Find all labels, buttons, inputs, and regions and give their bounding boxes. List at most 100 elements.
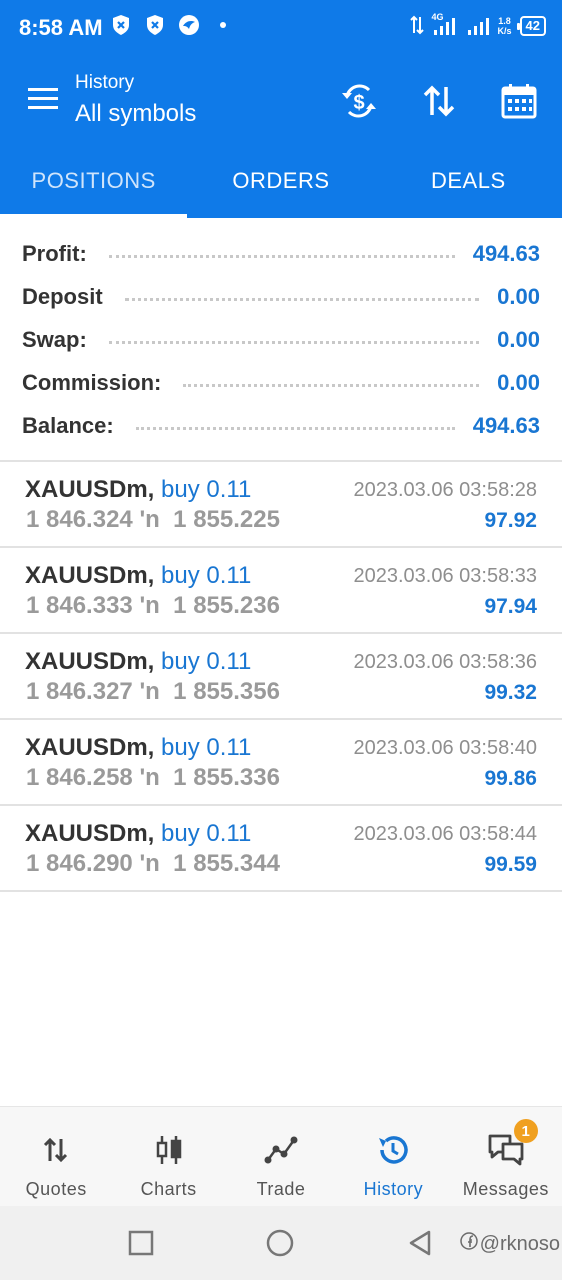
menu-icon[interactable] (28, 86, 60, 112)
deal-prices: 1 846.258 'n 1 855.336 (26, 764, 280, 792)
sort-icon[interactable] (418, 80, 460, 122)
deal-title: XAUUSDm, buy 0.11 (25, 476, 251, 504)
deals-list: XAUUSDm, buy 0.11 1 846.324 'n 1 855.225… (0, 462, 562, 892)
summary-row-swap: Swap: 0.00 (0, 318, 562, 361)
watermark: @rknoso (459, 1232, 560, 1256)
bird-app-icon (178, 14, 200, 36)
home-button[interactable] (265, 1228, 295, 1258)
deal-symbol: XAUUSDm, (25, 562, 155, 589)
summary-row-profit: Profit: 494.63 (0, 232, 562, 275)
status-time: 8:58 AM (19, 15, 103, 40)
summary-row-balance: Balance: 494.63 (0, 404, 562, 447)
deal-side-volume: buy 0.11 (161, 476, 252, 503)
dotted-leader (124, 298, 480, 301)
tab-deals[interactable]: DEALS (375, 144, 562, 218)
status-bar: 8:58 AM 4G 1.8 K/s 42 (0, 0, 562, 58)
status-system-icons: 4G 1.8 K/s 42 (409, 12, 546, 38)
nav-item-history[interactable]: History (337, 1107, 449, 1206)
deal-arrow: 'n (139, 506, 160, 533)
deal-close-price: 1 855.336 (173, 764, 280, 791)
deal-close-price: 1 855.344 (173, 850, 280, 877)
bottom-navigation: Quotes Charts Trade History 1 Messages (0, 1106, 562, 1206)
list-item[interactable]: XAUUSDm, buy 0.11 1 846.324 'n 1 855.225… (0, 462, 562, 548)
quotes-icon (42, 1133, 70, 1167)
watermark-handle: @rknoso (479, 1232, 560, 1255)
list-item[interactable]: XAUUSDm, buy 0.11 1 846.258 'n 1 855.336… (0, 720, 562, 806)
deal-title: XAUUSDm, buy 0.11 (25, 648, 251, 676)
tab-positions[interactable]: POSITIONS (0, 144, 188, 218)
deal-profit: 97.92 (484, 509, 537, 532)
deal-open-price: 1 846.258 (26, 764, 133, 791)
deal-arrow: 'n (139, 592, 160, 619)
list-item[interactable]: XAUUSDm, buy 0.11 1 846.290 'n 1 855.344… (0, 806, 562, 892)
deal-prices: 1 846.324 'n 1 855.225 (26, 506, 280, 534)
summary-label: Swap: (22, 326, 87, 352)
deal-side-volume: buy 0.11 (161, 820, 252, 847)
nav-item-quotes[interactable]: Quotes (0, 1107, 112, 1206)
signal-icon (466, 14, 490, 38)
summary-value: 0.00 (497, 369, 540, 395)
summary-value: 0.00 (497, 283, 540, 309)
nav-label: History (363, 1179, 424, 1199)
deal-open-price: 1 846.333 (26, 592, 133, 619)
summary-label: Balance: (22, 412, 114, 438)
back-button[interactable] (405, 1228, 435, 1258)
nav-label: Trade (256, 1179, 306, 1199)
dotted-leader (108, 341, 480, 344)
list-item[interactable]: XAUUSDm, buy 0.11 1 846.327 'n 1 855.356… (0, 634, 562, 720)
deal-close-price: 1 855.236 (173, 592, 280, 619)
deal-time: 2023.03.06 03:58:44 (353, 823, 537, 845)
speed-value: 1.8 (498, 16, 511, 26)
list-item[interactable]: XAUUSDm, buy 0.11 1 846.333 'n 1 855.236… (0, 548, 562, 634)
battery-indicator: 42 (516, 16, 546, 36)
deal-time: 2023.03.06 03:58:33 (353, 565, 537, 587)
history-tabs: POSITIONS ORDERS DEALS (0, 144, 562, 218)
summary-value: 494.63 (472, 412, 540, 438)
deal-close-price: 1 855.356 (173, 678, 280, 705)
deal-arrow: 'n (139, 764, 160, 791)
app-bar: History All symbols $ (0, 58, 562, 144)
nav-item-trade[interactable]: Trade (225, 1107, 337, 1206)
deal-time: 2023.03.06 03:58:40 (353, 737, 537, 759)
shield-x-icon (144, 14, 166, 36)
nav-label: Messages (462, 1179, 549, 1199)
network-type: 4G (431, 12, 444, 22)
system-navigation-bar: @rknoso (0, 1206, 562, 1280)
deal-open-price: 1 846.290 (26, 850, 133, 877)
network-speed: 1.8 K/s (498, 16, 512, 36)
charts-icon (155, 1133, 183, 1167)
dotted-leader (183, 384, 480, 387)
dollar-refresh-icon[interactable]: $ (338, 80, 380, 122)
summary-label: Commission: (22, 369, 162, 395)
status-notification-icons (110, 14, 226, 36)
deal-time: 2023.03.06 03:58:28 (353, 479, 537, 501)
nav-item-charts[interactable]: Charts (112, 1107, 224, 1206)
deal-symbol: XAUUSDm, (25, 734, 155, 761)
recent-apps-button[interactable] (126, 1228, 156, 1258)
deal-side-volume: buy 0.11 (161, 734, 252, 761)
tab-orders[interactable]: ORDERS (187, 144, 374, 218)
nav-label: Charts (140, 1179, 197, 1199)
deal-open-price: 1 846.324 (26, 506, 133, 533)
calendar-icon[interactable] (498, 80, 540, 122)
summary-row-deposit: Deposit 0.00 (0, 275, 562, 318)
signal-icon: 4G (431, 12, 458, 38)
deal-profit: 99.32 (484, 681, 537, 704)
summary-row-commission: Commission: 0.00 (0, 361, 562, 404)
deal-title: XAUUSDm, buy 0.11 (25, 734, 251, 762)
trade-icon (264, 1133, 298, 1167)
symbol-filter[interactable]: All symbols (75, 100, 196, 128)
dotted-leader (108, 255, 455, 258)
deal-prices: 1 846.290 'n 1 855.344 (26, 850, 280, 878)
svg-text:$: $ (353, 92, 364, 114)
deal-profit: 97.94 (484, 595, 537, 618)
facebook-icon (459, 1232, 478, 1256)
page-subtitle: History (75, 72, 135, 93)
nav-item-messages[interactable]: 1 Messages (450, 1107, 562, 1206)
deal-close-price: 1 855.225 (173, 506, 280, 533)
notification-dot (220, 22, 226, 28)
summary-label: Deposit (22, 283, 103, 309)
deal-arrow: 'n (139, 678, 160, 705)
summary-value: 0.00 (497, 326, 540, 352)
summary-value: 494.63 (472, 240, 540, 266)
